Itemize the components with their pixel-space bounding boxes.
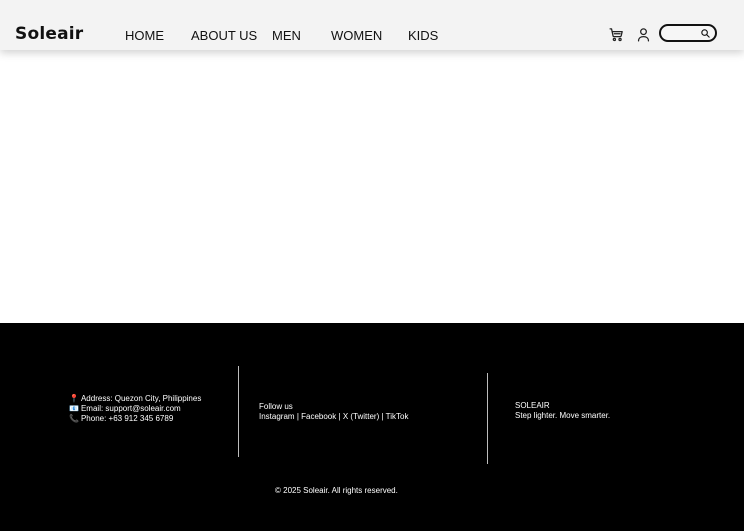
page: Soleair HOME ABOUT US MEN WOMEN KIDS 📍 A… [0,0,744,531]
footer-divider-left [238,366,239,457]
social-separator: | [296,412,299,421]
location-pin-icon: 📍 [69,394,79,403]
email-line: 📧 Email: support@soleair.com [69,404,201,414]
phone-text: Phone: +63 912 345 6789 [80,414,174,423]
phone-line: 📞 Phone: +63 912 345 6789 [69,414,201,424]
main-content [0,50,744,323]
footer-contact: 📍 Address: Quezon City, Philippines 📧 Emai… [69,394,201,424]
follow-us-title: Follow us [259,402,293,411]
tiktok-link[interactable]: TikTok [386,412,409,421]
footer-tagline: Step lighter. Move smarter. [515,411,611,420]
copyright-text: © 2025 Soleair. All rights reserved. [275,486,398,495]
search-icon[interactable] [699,27,711,39]
site-header: Soleair HOME ABOUT US MEN WOMEN KIDS [0,0,744,50]
nav-kids-link[interactable]: KIDS [408,28,438,43]
nav-home-link[interactable]: HOME [125,28,164,43]
footer-brand-name: SOLEAIR [515,401,550,410]
social-separator: | [381,412,384,421]
footer-social: Follow us Instagram | Facebook | X (Twit… [259,402,408,422]
instagram-link[interactable]: Instagram [259,412,295,421]
search-input[interactable] [669,27,703,39]
social-separator: | [338,412,341,421]
facebook-link[interactable]: Facebook [301,412,336,421]
user-icon[interactable] [633,24,653,44]
nav-women-link[interactable]: WOMEN [331,28,382,43]
email-icon: 📧 [69,404,79,413]
footer-brand-block: SOLEAIR Step lighter. Move smarter. [515,401,610,421]
search-box[interactable] [659,24,717,42]
twitter-link[interactable]: X (Twitter) [343,412,379,421]
social-links: Instagram | Facebook | X (Twitter) | Tik… [259,412,408,422]
brand-logo[interactable]: Soleair [15,24,83,44]
email-text: Email: support@soleair.com [80,404,181,413]
cart-icon[interactable] [606,24,626,44]
site-footer: 📍 Address: Quezon City, Philippines 📧 Emai… [0,323,744,531]
phone-icon: 📞 [69,414,79,423]
nav-about-link[interactable]: ABOUT US [191,28,257,43]
address-text: Address: Quezon City, Philippines [80,394,202,403]
nav-men-link[interactable]: MEN [272,28,301,43]
footer-divider-right [487,373,488,464]
address-line: 📍 Address: Quezon City, Philippines [69,394,201,404]
